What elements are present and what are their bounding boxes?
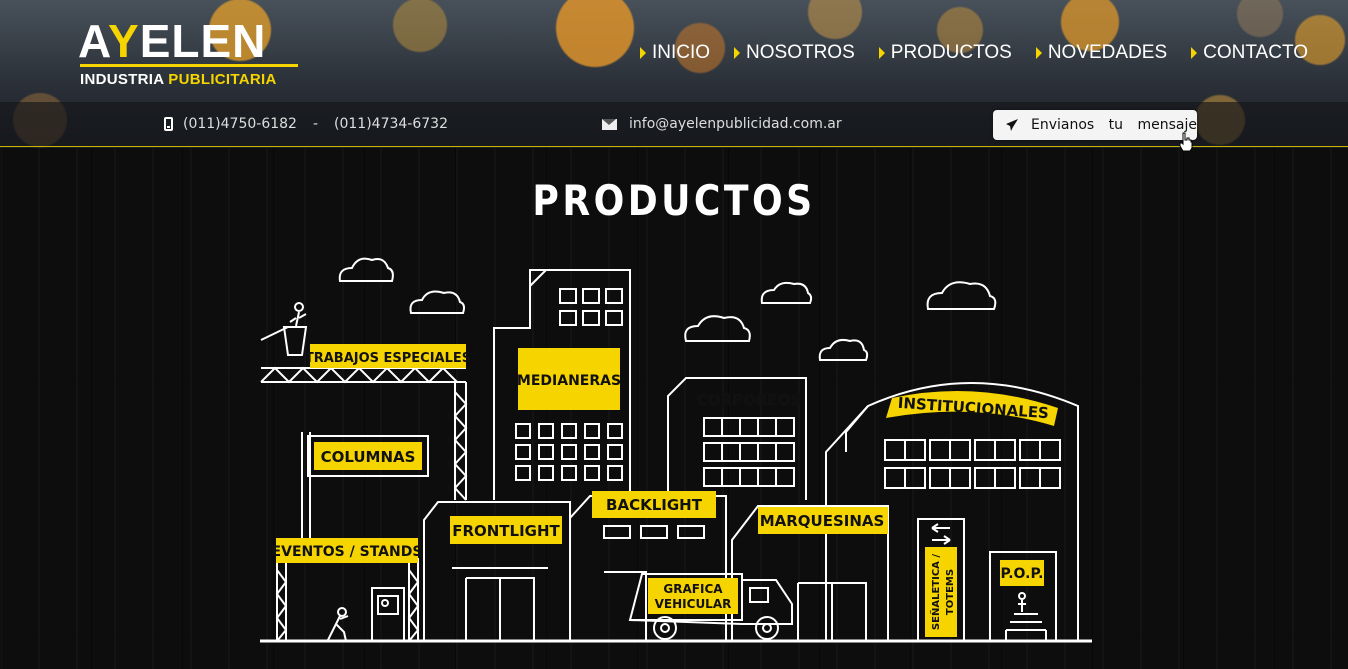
logo-tagline: INDUSTRIA PUBLICITARIA: [80, 71, 277, 88]
mail-icon: [602, 118, 617, 130]
phone-number-2[interactable]: (011)4734-6732: [334, 116, 448, 132]
nav-arrow-icon: [734, 47, 741, 59]
email-link[interactable]: info@ayelenpublicidad.com.ar: [629, 116, 842, 132]
send-message-label: Envianos tu mensaje: [1031, 117, 1197, 133]
nav-item-contacto[interactable]: CONTACTO: [1191, 42, 1308, 64]
paper-plane-icon: [1005, 118, 1019, 132]
product-senaletica-line2[interactable]: TOTEMS: [945, 569, 956, 615]
send-message-button[interactable]: Envianos tu mensaje: [993, 110, 1197, 140]
product-frontlight[interactable]: FRONTLIGHT: [452, 522, 560, 540]
product-labels: TRABAJOS ESPECIALES MEDIANERAS CORPOREOS…: [272, 344, 1058, 637]
nav-arrow-icon: [639, 47, 646, 59]
hand-cursor-icon: [1178, 132, 1194, 156]
product-senaletica-line1[interactable]: SEÑALETICA /: [929, 554, 942, 630]
nav-label: CONTACTO: [1203, 42, 1308, 63]
product-corporeos[interactable]: CORPOREOS: [696, 391, 801, 410]
product-pop[interactable]: P.O.P.: [1001, 566, 1044, 582]
logo-rule: [80, 64, 298, 67]
phone-number-1[interactable]: (011)4750-6182: [183, 116, 297, 132]
product-eventos-stands[interactable]: EVENTOS / STANDS: [272, 544, 423, 560]
nav-item-inicio[interactable]: INICIO: [639, 42, 711, 64]
phone-icon: [164, 117, 173, 131]
logo-wordmark: AYELEN: [78, 15, 267, 67]
nav-label: PRODUCTOS: [890, 42, 1012, 63]
nav-item-nosotros[interactable]: NOSOTROS: [734, 42, 855, 64]
products-section: PRODUCTOS TRABAJOS ESPECIALES MEDIANERAS…: [0, 148, 1348, 669]
nav-item-novedades[interactable]: NOVEDADES: [1035, 42, 1168, 64]
nav-label: NOSOTROS: [746, 42, 855, 63]
product-medianeras[interactable]: MEDIANERAS: [517, 373, 621, 389]
stand-structure: [275, 558, 420, 642]
nav-label: NOVEDADES: [1047, 42, 1168, 63]
nav-arrow-icon: [1035, 47, 1042, 59]
product-trabajos-especiales[interactable]: TRABAJOS ESPECIALES: [305, 351, 471, 366]
crane: [260, 302, 468, 501]
product-institucionales[interactable]: INSTITUCIONALES: [897, 394, 1049, 423]
nav-arrow-icon: [878, 47, 885, 59]
product-marquesinas[interactable]: MARQUESINAS: [760, 512, 885, 530]
product-backlight[interactable]: BACKLIGHT: [606, 496, 703, 514]
product-columnas[interactable]: COLUMNAS: [321, 448, 416, 466]
product-grafica-line2[interactable]: VEHICULAR: [655, 597, 732, 611]
site-header: AYELEN INDUSTRIA PUBLICITARIA INICIO NOS…: [0, 0, 1348, 148]
logo[interactable]: AYELEN INDUSTRIA PUBLICITARIA: [78, 18, 302, 90]
phone-info: (011)4750-6182 - (011)4734-6732: [164, 116, 448, 132]
main-nav: INICIO NOSOTROS PRODUCTOS NOVEDADES CONT…: [639, 42, 1308, 64]
contact-bar: (011)4750-6182 - (011)4734-6732 info@aye…: [0, 102, 1348, 147]
phone-separator: -: [312, 116, 319, 132]
nav-arrow-icon: [1191, 47, 1198, 59]
nav-label: INICIO: [651, 42, 711, 63]
nav-item-productos[interactable]: PRODUCTOS: [878, 42, 1012, 64]
email-info: info@ayelenpublicidad.com.ar: [602, 116, 842, 132]
products-city-illustration: TRABAJOS ESPECIALES MEDIANERAS CORPOREOS…: [260, 257, 1092, 643]
product-grafica-line1[interactable]: GRAFICA: [663, 582, 723, 596]
